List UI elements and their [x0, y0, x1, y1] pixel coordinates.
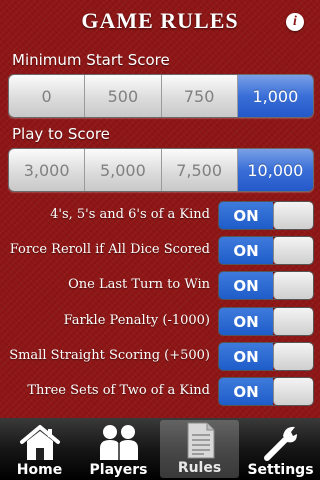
- min-start-option-500[interactable]: 500: [85, 75, 162, 117]
- tab-label: Home: [16, 462, 63, 478]
- toggle-state: ON: [219, 378, 273, 405]
- play-to-option-10000[interactable]: 10,000: [237, 149, 313, 191]
- rule-label: Farkle Penalty (-1000): [63, 313, 210, 328]
- min-start-segmented-control: 0 500 750 1,000: [8, 74, 314, 118]
- page-title: GAME RULES: [81, 8, 239, 33]
- tab-label: Rules: [177, 460, 222, 476]
- toggle-knob[interactable]: [273, 343, 313, 370]
- min-start-option-0[interactable]: 0: [9, 75, 86, 117]
- settings-icon: [263, 426, 297, 461]
- toggle-state: ON: [219, 308, 273, 335]
- toggle-state: ON: [219, 202, 273, 229]
- rule-row-three-pairs: Three Sets of Two of a Kind ON: [0, 377, 320, 406]
- tab-label: Settings: [247, 462, 314, 478]
- rule-toggle-force-reroll[interactable]: ON: [218, 236, 314, 265]
- rule-row-small-straight: Small Straight Scoring (+500) ON: [0, 342, 320, 371]
- rule-row-force-reroll: Force Reroll if All Dice Scored ON: [0, 236, 320, 265]
- info-icon[interactable]: i: [286, 13, 304, 31]
- toggle-knob[interactable]: [273, 308, 313, 335]
- tab-bar: Home Players Rules Settings: [0, 418, 320, 480]
- min-start-option-750[interactable]: 750: [161, 75, 238, 117]
- play-to-option-3000[interactable]: 3,000: [9, 149, 86, 191]
- rule-row-last-turn: One Last Turn to Win ON: [0, 271, 320, 300]
- min-start-option-1000[interactable]: 1,000: [237, 75, 313, 117]
- toggle-knob[interactable]: [273, 237, 313, 264]
- toggle-state: ON: [219, 343, 273, 370]
- toggle-knob[interactable]: [273, 202, 313, 229]
- play-to-option-5000[interactable]: 5,000: [85, 149, 162, 191]
- tab-rules[interactable]: Rules: [160, 420, 239, 478]
- rule-toggle-farkle-penalty[interactable]: ON: [218, 307, 314, 336]
- home-icon: [19, 425, 60, 460]
- rule-label: Force Reroll if All Dice Scored: [9, 242, 210, 257]
- play-to-label: Play to Score: [12, 125, 110, 143]
- rule-toggle-last-turn[interactable]: ON: [218, 271, 314, 300]
- rule-row-farkle-penalty: Farkle Penalty (-1000) ON: [0, 307, 320, 336]
- players-icon: [99, 425, 138, 460]
- rule-toggle-three-pairs[interactable]: ON: [218, 377, 314, 406]
- rule-label: One Last Turn to Win: [68, 277, 210, 292]
- play-to-option-7500[interactable]: 7,500: [161, 149, 238, 191]
- rule-label: Three Sets of Two of a Kind: [27, 383, 210, 398]
- toggle-state: ON: [219, 272, 273, 299]
- rule-label: 4's, 5's and 6's of a Kind: [50, 207, 210, 222]
- rules-icon: [187, 422, 214, 459]
- toggle-knob[interactable]: [273, 378, 313, 405]
- rule-toggle-small-straight[interactable]: ON: [218, 342, 314, 371]
- play-to-segmented-control: 3,000 5,000 7,500 10,000: [8, 148, 314, 192]
- tab-players[interactable]: Players: [79, 418, 158, 480]
- tab-label: Players: [89, 462, 148, 478]
- rule-row-kinds: 4's, 5's and 6's of a Kind ON: [0, 201, 320, 230]
- tab-settings[interactable]: Settings: [241, 418, 320, 480]
- toggle-knob[interactable]: [273, 272, 313, 299]
- toggle-state: ON: [219, 237, 273, 264]
- tab-home[interactable]: Home: [0, 418, 79, 480]
- rule-toggle-kinds[interactable]: ON: [218, 201, 314, 230]
- rule-label: Small Straight Scoring (+500): [9, 348, 210, 363]
- min-start-label: Minimum Start Score: [12, 51, 170, 69]
